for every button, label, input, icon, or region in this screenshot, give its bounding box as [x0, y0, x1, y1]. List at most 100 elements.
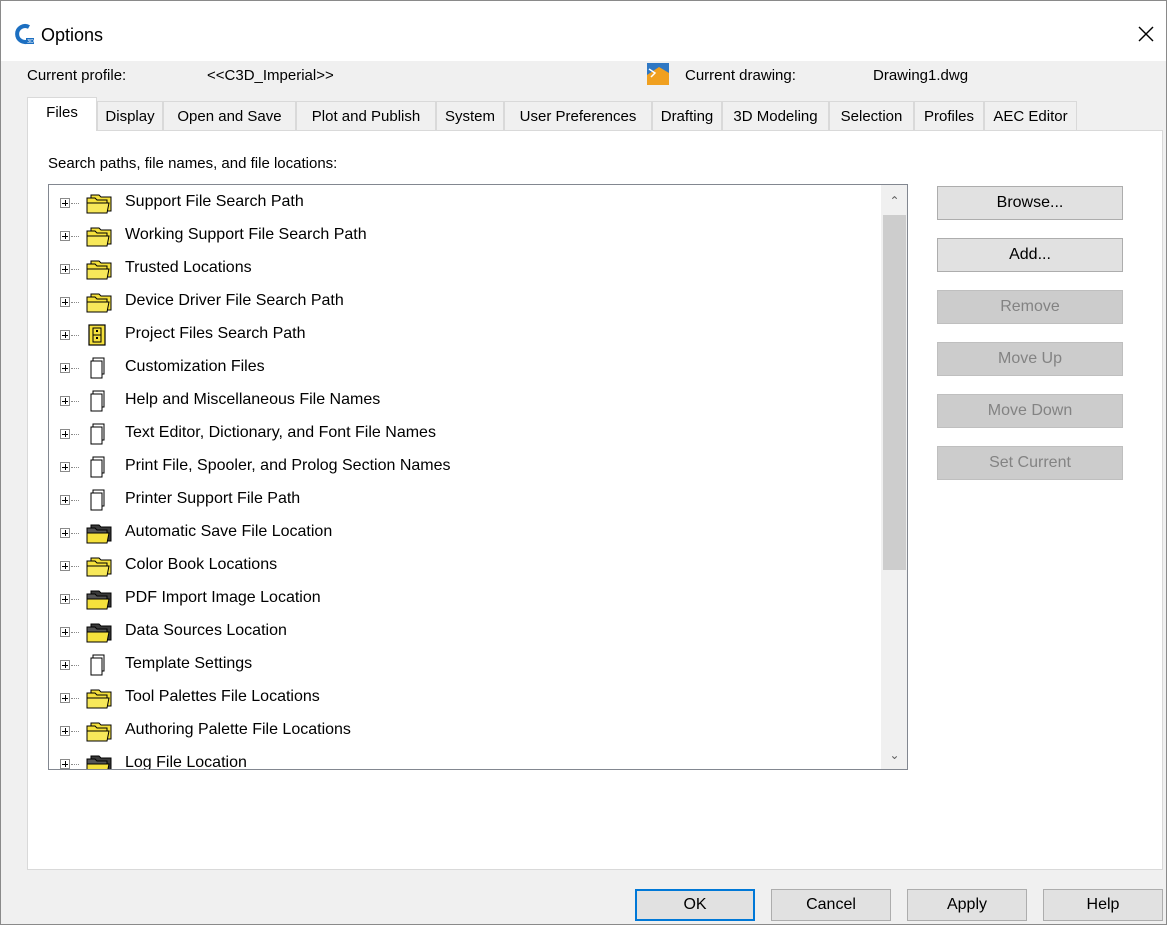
tab-display[interactable]: Display [97, 101, 163, 131]
scroll-down-icon[interactable]: ⌄ [881, 743, 907, 767]
tree-item[interactable]: Automatic Save File Location [49, 516, 879, 549]
expand-plus-icon[interactable] [60, 297, 70, 307]
tab-selection[interactable]: Selection [829, 101, 914, 131]
browse-button[interactable]: Browse... [937, 186, 1123, 220]
tree-connector-line [71, 599, 79, 600]
tree-item[interactable]: Support File Search Path [49, 186, 879, 219]
tab-files[interactable]: Files [27, 97, 97, 131]
move-up-button[interactable]: Move Up [937, 342, 1123, 376]
tree-item[interactable]: Text Editor, Dictionary, and Font File N… [49, 417, 879, 450]
expand-plus-icon[interactable] [60, 198, 70, 208]
tree-connector-line [71, 764, 79, 765]
tab-drafting[interactable]: Drafting [652, 101, 722, 131]
expand-plus-icon[interactable] [60, 660, 70, 670]
tab-3d-modeling[interactable]: 3D Modeling [722, 101, 829, 131]
options-tabs: Files Display Open and Save Plot and Pub… [27, 97, 1147, 131]
tree-connector-line [71, 467, 79, 468]
tree-item[interactable]: Printer Support File Path [49, 483, 879, 516]
expand-plus-icon[interactable] [60, 330, 70, 340]
tree-item[interactable]: Help and Miscellaneous File Names [49, 384, 879, 417]
scroll-up-icon[interactable]: ⌃ [881, 189, 907, 213]
window-title: Options [41, 25, 104, 45]
tab-user-preferences[interactable]: User Preferences [504, 101, 652, 131]
tree-item[interactable]: Template Settings [49, 648, 879, 681]
dark-folders-icon [81, 522, 117, 544]
tree-item-label: Automatic Save File Location [125, 523, 333, 540]
yellow-folders-icon [81, 192, 117, 214]
tree-item-label: Trusted Locations [125, 259, 252, 276]
tree-item[interactable]: Trusted Locations [49, 252, 879, 285]
tree-connector-line [71, 632, 79, 633]
tree-connector-line [71, 698, 79, 699]
tree-item-label: Customization Files [125, 358, 265, 375]
svg-text:3D: 3D [27, 39, 34, 45]
scrollbar-thumb[interactable] [883, 215, 906, 570]
tree-connector-line [71, 302, 79, 303]
search-paths-label: Search paths, file names, and file locat… [48, 155, 338, 172]
file-stack-icon [81, 357, 117, 379]
tab-open-and-save[interactable]: Open and Save [163, 101, 296, 131]
tree-item-label: Printer Support File Path [125, 490, 301, 507]
tree-connector-line [71, 731, 79, 732]
tree-item-label: Template Settings [125, 655, 253, 672]
tree-connector-line [71, 434, 79, 435]
tree-connector-line [71, 269, 79, 270]
tree-connector-line [71, 401, 79, 402]
tree-connector-line [71, 500, 79, 501]
project-cabinet-icon [81, 324, 117, 346]
tree-item[interactable]: Working Support File Search Path [49, 219, 879, 252]
expand-plus-icon[interactable] [60, 231, 70, 241]
expand-plus-icon[interactable] [60, 429, 70, 439]
add-button[interactable]: Add... [937, 238, 1123, 272]
tree-item[interactable]: Authoring Palette File Locations [49, 714, 879, 747]
tree-item-label: Working Support File Search Path [125, 226, 367, 243]
expand-plus-icon[interactable] [60, 726, 70, 736]
expand-plus-icon[interactable] [60, 495, 70, 505]
move-down-button[interactable]: Move Down [937, 394, 1123, 428]
expand-plus-icon[interactable] [60, 759, 70, 769]
tree-vertical-scrollbar[interactable]: ⌃ ⌄ [881, 185, 907, 769]
tab-system[interactable]: System [436, 101, 504, 131]
tree-item[interactable]: PDF Import Image Location [49, 582, 879, 615]
tree-item[interactable]: Print File, Spooler, and Prolog Section … [49, 450, 879, 483]
expand-plus-icon[interactable] [60, 693, 70, 703]
file-stack-icon [81, 654, 117, 676]
tree-item[interactable]: Log File Location [49, 747, 879, 769]
expand-plus-icon[interactable] [60, 462, 70, 472]
remove-button[interactable]: Remove [937, 290, 1123, 324]
expand-plus-icon[interactable] [60, 396, 70, 406]
close-icon[interactable] [1131, 19, 1161, 49]
tree-item-label: PDF Import Image Location [125, 589, 321, 606]
expand-plus-icon[interactable] [60, 594, 70, 604]
tree-connector-line [71, 368, 79, 369]
tree-connector-line [71, 533, 79, 534]
expand-plus-icon[interactable] [60, 264, 70, 274]
expand-plus-icon[interactable] [60, 528, 70, 538]
set-current-button[interactable]: Set Current [937, 446, 1123, 480]
apply-button[interactable]: Apply [907, 889, 1027, 921]
current-profile-label: Current profile: [27, 67, 127, 84]
yellow-folders-icon [81, 555, 117, 577]
tree-item-label: Project Files Search Path [125, 325, 306, 342]
tab-plot-and-publish[interactable]: Plot and Publish [296, 101, 436, 131]
expand-plus-icon[interactable] [60, 627, 70, 637]
files-tree-view[interactable]: Support File Search Path Working Support … [48, 184, 908, 770]
file-stack-icon [81, 456, 117, 478]
tab-profiles[interactable]: Profiles [914, 101, 984, 131]
ok-button[interactable]: OK [635, 889, 755, 921]
tree-item-label: Device Driver File Search Path [125, 292, 344, 309]
help-button[interactable]: Help [1043, 889, 1163, 921]
tree-item[interactable]: Device Driver File Search Path [49, 285, 879, 318]
options-dialog: 3D Options Current profile: <<C3D_Imperi… [0, 0, 1167, 925]
tree-item[interactable]: Tool Palettes File Locations [49, 681, 879, 714]
tree-connector-line [71, 203, 79, 204]
tree-item[interactable]: Data Sources Location [49, 615, 879, 648]
tree-item[interactable]: Color Book Locations [49, 549, 879, 582]
yellow-folders-icon [81, 291, 117, 313]
tree-item[interactable]: Project Files Search Path [49, 318, 879, 351]
tab-aec-editor[interactable]: AEC Editor [984, 101, 1077, 131]
tree-item[interactable]: Customization Files [49, 351, 879, 384]
cancel-button[interactable]: Cancel [771, 889, 891, 921]
expand-plus-icon[interactable] [60, 363, 70, 373]
expand-plus-icon[interactable] [60, 561, 70, 571]
